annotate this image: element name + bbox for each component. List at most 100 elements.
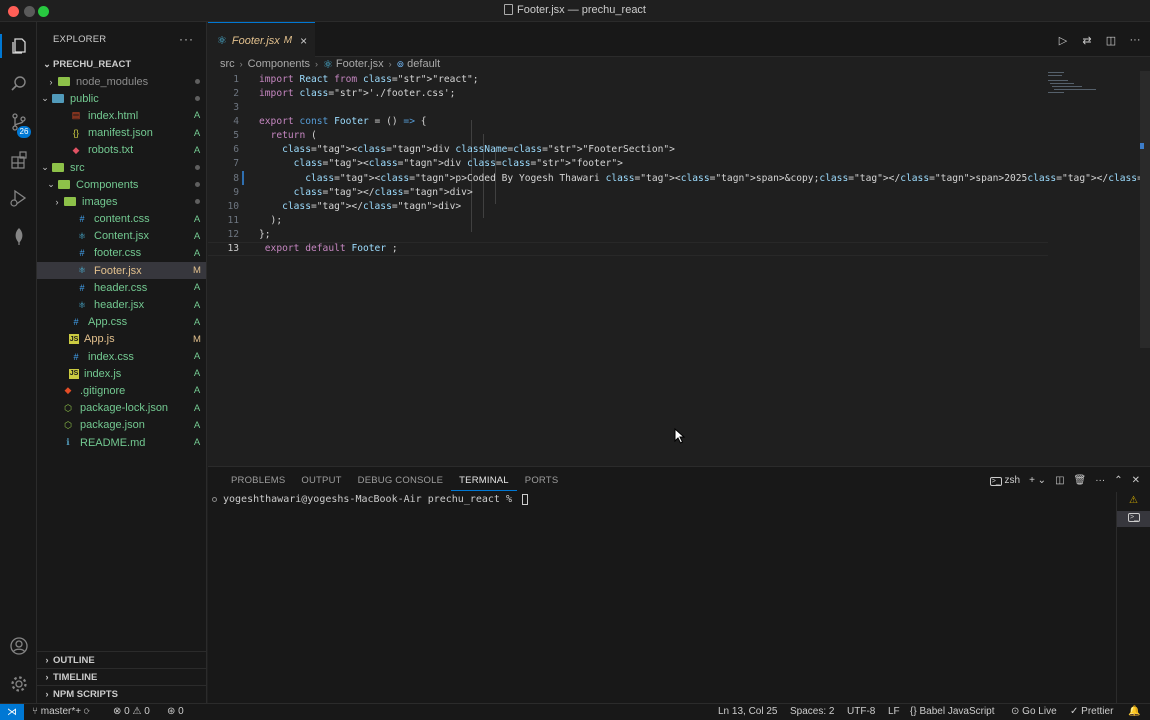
mongodb-activity-button[interactable]	[0, 218, 37, 254]
branch-indicator[interactable]: ⑂ master*+ ⟳	[32, 706, 90, 717]
git-status-badge: A	[193, 351, 201, 363]
editor-scrollbar[interactable]	[1140, 71, 1150, 348]
close-tab-button[interactable]: ×	[300, 34, 307, 48]
file-header-jsx[interactable]: ⚛ header.jsx A	[37, 296, 206, 313]
mouse-pointer-icon	[674, 428, 686, 444]
notifications-icon[interactable]: 🔔	[1128, 706, 1140, 717]
accounts-button[interactable]	[0, 628, 37, 664]
file-footer-jsx[interactable]: ⚛ Footer.jsx M	[37, 262, 206, 280]
outline-section[interactable]: › OUTLINE	[37, 651, 207, 668]
file-content-css[interactable]: # content.css A	[37, 211, 206, 228]
file-type-icon: ◆	[64, 385, 72, 396]
language-mode[interactable]: {} Babel JavaScript	[910, 706, 995, 717]
terminal-prompt: yogeshthawari@yogeshs-MacBook-Air prechu…	[223, 494, 519, 505]
breadcrumb-item[interactable]: Components	[248, 58, 310, 70]
file-package-lock-json[interactable]: ⬡ package-lock.json A	[37, 400, 206, 417]
file-label: Components	[76, 178, 139, 191]
terminal-list-item[interactable]: >_	[1117, 511, 1150, 527]
compare-changes-icon[interactable]: ⇄	[1080, 33, 1094, 47]
source-control-activity-button[interactable]: 26	[0, 104, 37, 140]
files-icon	[11, 38, 26, 54]
split-terminal-icon[interactable]: ◫	[1055, 475, 1064, 486]
file-app-css[interactable]: # App.css A	[37, 314, 206, 331]
file-label: package.json	[80, 419, 145, 432]
npm-scripts-section[interactable]: › NPM SCRIPTS	[37, 685, 207, 702]
file-index-html[interactable]: ▤ index.html A	[37, 107, 206, 124]
code-line: 7 class="tag"><class="tagn">div class=cl…	[208, 157, 1048, 171]
timeline-section[interactable]: › TIMELINE	[37, 668, 207, 685]
end-of-line[interactable]: LF	[888, 706, 900, 717]
file-gitignore[interactable]: ◆ .gitignore A	[37, 382, 206, 399]
ports-indicator[interactable]: ⊛ 0	[167, 706, 184, 717]
line-text: class="tag"><class="tagn">p>Coded By Yog…	[305, 172, 1150, 184]
code-line: 6 class="tag"><class="tagn">div classNam…	[208, 143, 1048, 157]
status-dot	[188, 162, 206, 173]
file-content-jsx[interactable]: ⚛ Content.jsx A	[37, 228, 206, 245]
more-actions-icon[interactable]: ···	[1128, 33, 1142, 47]
file-index-js[interactable]: JS index.js A	[37, 365, 206, 382]
file-label: header.jsx	[94, 299, 145, 312]
tab-footer-jsx[interactable]: ⚛ Footer.jsx M ×	[208, 22, 315, 58]
terminal-output[interactable]: yogeshthawari@yogeshs-MacBook-Air prechu…	[212, 494, 529, 505]
folder-images[interactable]: › images	[37, 193, 206, 210]
line-number: 10	[227, 200, 239, 212]
tab-ports[interactable]: PORTS	[517, 475, 567, 491]
run-icon[interactable]: ▷	[1056, 33, 1070, 47]
split-editor-icon[interactable]: ◫	[1104, 33, 1118, 47]
file-manifest-json[interactable]: {} manifest.json A	[37, 125, 206, 142]
file-package-json[interactable]: ⬡ package.json A	[37, 417, 206, 434]
file-label: Content.jsx	[94, 230, 150, 243]
cursor-position[interactable]: Ln 13, Col 25	[718, 706, 778, 717]
manage-button[interactable]	[0, 666, 37, 702]
explorer-activity-button[interactable]	[0, 28, 37, 64]
file-type-icon: JS	[69, 368, 79, 379]
close-panel-icon[interactable]: ✕	[1132, 475, 1140, 486]
indentation[interactable]: Spaces: 2	[790, 706, 834, 717]
file-readme-md[interactable]: ℹ README.md A	[37, 434, 206, 451]
folder-public[interactable]: ⌄ public	[37, 90, 206, 107]
line-number: 1	[233, 73, 239, 85]
line-number: 4	[233, 115, 239, 127]
new-terminal-icon[interactable]: + ⌄	[1029, 475, 1046, 486]
terminal-cursor	[522, 494, 529, 505]
breadcrumb-item[interactable]: src	[220, 58, 235, 70]
remote-indicator[interactable]: ⋊	[0, 704, 24, 720]
file-footer-css[interactable]: # footer.css A	[37, 245, 206, 262]
code-line: 11 );	[208, 214, 1048, 228]
extensions-activity-button[interactable]	[0, 142, 37, 178]
line-number: 6	[233, 144, 239, 156]
run-debug-activity-button[interactable]	[0, 180, 37, 216]
code-editor[interactable]: 1 import React from class="str">"react"; 2…	[208, 71, 1150, 466]
tab-problems[interactable]: PROBLEMS	[223, 475, 293, 491]
file-index-css[interactable]: # index.css A	[37, 348, 206, 365]
file-robots-txt[interactable]: ◆ robots.txt A	[37, 142, 206, 159]
tab-debug-console[interactable]: DEBUG CONSOLE	[350, 475, 451, 491]
folder-node-modules[interactable]: › node_modules	[37, 73, 206, 90]
more-actions-icon[interactable]: ···	[1095, 475, 1105, 486]
go-live-button[interactable]: ⊙ Go Live	[1011, 706, 1057, 717]
warning-icon[interactable]: ⚠	[1129, 495, 1138, 506]
minimap[interactable]	[1048, 71, 1108, 101]
git-status-badge: A	[193, 247, 201, 259]
problems-indicator[interactable]: ⊗ 0 ⚠ 0	[113, 706, 150, 717]
file-app-js[interactable]: JS App.js M	[37, 331, 206, 348]
breadcrumb-item[interactable]: Footer.jsx	[336, 58, 384, 70]
code-line: 3	[208, 100, 1048, 114]
prettier-button[interactable]: ✓ Prettier	[1070, 706, 1113, 717]
line-text: };	[259, 229, 271, 241]
folder-src[interactable]: ⌄ src	[37, 159, 206, 176]
trash-icon[interactable]: 🗑	[1074, 475, 1087, 486]
maximize-panel-icon[interactable]: ⌃	[1114, 475, 1122, 486]
editor-actions: ▷ ⇄ ◫ ···	[1056, 33, 1142, 47]
file-header-css[interactable]: # header.css A	[37, 279, 206, 296]
encoding[interactable]: UTF-8	[847, 706, 875, 717]
project-folder-header[interactable]: ⌄ PRECHU_REACT	[37, 56, 206, 73]
explorer-more-button[interactable]: ···	[179, 32, 194, 46]
folder-components[interactable]: ⌄ Components	[37, 176, 206, 193]
line-text: return (	[270, 130, 317, 142]
search-activity-button[interactable]	[0, 66, 37, 102]
tab-terminal[interactable]: TERMINAL	[451, 475, 517, 491]
tab-output[interactable]: OUTPUT	[293, 475, 349, 491]
terminal-shell-selector[interactable]: >_ zsh	[989, 475, 1020, 486]
breadcrumb-item[interactable]: default	[407, 58, 440, 70]
